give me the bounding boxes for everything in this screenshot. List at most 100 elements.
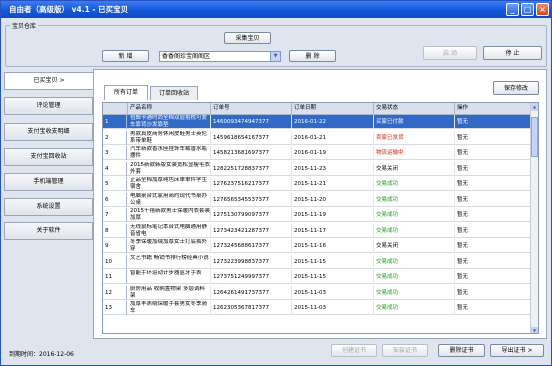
table-row[interactable]: 13 加厚羊羔绒保暖手套男女冬季骑车 1262305367817377 2015-11… bbox=[103, 301, 533, 315]
order-date: 2015-11-20 bbox=[292, 192, 374, 207]
row-number: 2 bbox=[103, 130, 127, 145]
sidebar-item-purchased[interactable]: 已买宝贝 > bbox=[4, 72, 93, 90]
title-bar[interactable]: 自由者（高级版） v4.1 - 已买宝贝 _ □ × bbox=[1, 1, 551, 18]
table-corner bbox=[103, 103, 128, 115]
order-number: 1273751249997377 bbox=[211, 270, 292, 284]
column-header-order[interactable]: 订单号 bbox=[211, 103, 292, 115]
scroll-down-icon[interactable]: ▼ bbox=[531, 327, 538, 333]
table-row[interactable]: 9 冬季保暖加绒加厚女士打底裤外穿 1273245688617377 2015-11-… bbox=[103, 239, 533, 253]
order-date: 2015-11-15 bbox=[292, 254, 374, 269]
table-row[interactable]: 8 无线鼠标笔记本台式电脑通用静音省电 1273423421287377 2015-1… bbox=[103, 223, 533, 238]
product-name: 2015新款韩版女装宽松显瘦毛衣外套 bbox=[130, 161, 211, 176]
table-row[interactable]: 3 汽车新款香水座挂饰车载香水瓶摆件 1458213681697377 2016-01… bbox=[103, 146, 533, 160]
order-date: 2015-11-23 bbox=[292, 161, 374, 176]
row-number: 10 bbox=[103, 254, 127, 269]
app-window: 自由者（高级版） v4.1 - 已买宝贝 _ □ × 宝贝仓库 采集宝贝 新 增… bbox=[0, 0, 552, 366]
product-name: 文艺书籍 畅销书排行榜经典小说 bbox=[128, 254, 211, 269]
table-row[interactable]: 4 2015新款韩版女装宽松显瘦毛衣外套 1282251728837377 2015-… bbox=[103, 161, 533, 176]
sidebar-item-alipay-recycle[interactable]: 支付宝回收站 bbox=[4, 148, 93, 166]
column-header-status[interactable]: 交易状态 bbox=[374, 103, 455, 115]
sidebar-item-settings[interactable]: 系统设置 bbox=[4, 198, 93, 216]
install-cert-button[interactable]: 安装证书 bbox=[382, 344, 428, 357]
orders-table[interactable]: 产品名称 订单号 订单日期 交易状态 操作 1 包邮卡通时尚全棉双层抱枕可爱车靠背… bbox=[102, 102, 539, 334]
scroll-up-icon[interactable]: ▲ bbox=[531, 103, 538, 111]
product-name: 男款真皮商务休闲皮鞋男士英伦系带单鞋 bbox=[128, 130, 211, 145]
action-cell: 暂无 bbox=[455, 146, 533, 160]
order-date: 2015-11-21 bbox=[292, 177, 374, 191]
trade-status: 交易关闭 bbox=[374, 161, 455, 176]
product-name: 冬季保暖加绒加厚女士打底裤外穿 bbox=[128, 239, 211, 253]
collect-items-button[interactable]: 采集宝贝 bbox=[224, 32, 271, 44]
table-row[interactable]: 6 电脑桌台式家用简约现代书桌办公桌 1276565345537377 2015-11… bbox=[103, 192, 533, 207]
table-scrollbar[interactable]: ▲ ▼ bbox=[530, 103, 538, 333]
product-name: 电脑桌台式家用简约现代书桌办公桌 bbox=[128, 192, 211, 207]
sidebar-item-alipay-details[interactable]: 支付宝收支明细 bbox=[4, 123, 93, 141]
chevron-down-icon[interactable]: ▼ bbox=[270, 52, 280, 61]
row-number: 12 bbox=[103, 285, 127, 300]
column-header-date[interactable]: 订单日期 bbox=[292, 103, 374, 115]
trade-status: 交易成功 bbox=[374, 223, 455, 238]
warehouse-select-value: 香香阁珍宝阁阁区 bbox=[162, 53, 211, 60]
column-header-name[interactable]: 产品名称 bbox=[128, 103, 211, 115]
sidebar-item-about[interactable]: 关于软件 bbox=[4, 222, 93, 240]
order-number: 1262305367817377 bbox=[211, 301, 292, 315]
action-cell: 暂无 bbox=[455, 161, 533, 176]
trade-status: 交易成功 bbox=[374, 177, 455, 191]
action-cell: 暂无 bbox=[455, 270, 533, 284]
save-changes-button[interactable]: 保存修改 bbox=[493, 81, 539, 95]
tab-all-orders[interactable]: 所有订单 bbox=[104, 85, 148, 100]
order-date: 2015-11-15 bbox=[292, 270, 374, 284]
action-cell: 暂无 bbox=[455, 177, 533, 191]
table-row[interactable]: 5 正品全棉加厚纯色床单单件学生宿舍 1276237516217377 2015-11… bbox=[103, 177, 533, 191]
tab-order-recycle[interactable]: 订单回收站 bbox=[150, 86, 198, 100]
action-cell: 暂无 bbox=[455, 192, 533, 207]
order-number: 1276565345537377 bbox=[211, 192, 292, 207]
trade-status: 交易成功 bbox=[374, 254, 455, 269]
sidebar-item-mobile[interactable]: 手机端管理 bbox=[4, 173, 93, 191]
maximize-icon[interactable]: □ bbox=[521, 3, 534, 16]
product-name: 正品全棉加厚纯色床单单件学生宿舍 bbox=[128, 177, 211, 191]
minimize-icon[interactable]: _ bbox=[506, 3, 519, 16]
warehouse-select[interactable]: 香香阁珍宝阁阁区 ▼ bbox=[159, 51, 281, 62]
row-number: 6 bbox=[103, 192, 127, 207]
trade-status: 交易成功 bbox=[374, 285, 455, 300]
add-button[interactable]: 新 增 bbox=[102, 50, 149, 62]
trade-status: 交易成功 bbox=[374, 208, 455, 222]
table-row[interactable]: 10 文艺书籍 畅销书排行榜经典小说 1273223998837377 2015-11… bbox=[103, 254, 533, 269]
scroll-thumb[interactable] bbox=[531, 117, 538, 157]
action-cell: 暂无 bbox=[455, 130, 533, 145]
delete-cert-button[interactable]: 删除证书 bbox=[438, 344, 485, 357]
order-number: 1458213681697377 bbox=[211, 146, 292, 160]
order-date: 2016-01-22 bbox=[292, 115, 374, 129]
order-number: 1275130799097377 bbox=[211, 208, 292, 222]
order-date: 2015-11-03 bbox=[292, 285, 374, 300]
table-row[interactable]: 7 2015千禧新款男士保暖内衣套装加厚 1275130799097377 2015-… bbox=[103, 208, 533, 222]
stop-button[interactable]: 停 止 bbox=[483, 46, 542, 60]
column-header-action[interactable]: 操作 bbox=[455, 103, 533, 115]
product-name: 加厚羊羔绒保暖手套男女冬季骑车 bbox=[128, 301, 211, 315]
order-number: 1282251728837377 bbox=[211, 161, 292, 176]
trade-status: 交易成功 bbox=[374, 301, 455, 315]
trade-status: 卖家已发货 bbox=[374, 130, 455, 145]
row-number: 11 bbox=[103, 270, 127, 284]
product-name: 2015千禧新款男士保暖内衣套装加厚 bbox=[130, 208, 211, 222]
row-number: 13 bbox=[103, 301, 127, 315]
table-row[interactable]: 1 包邮卡通时尚全棉双层抱枕可爱车靠背沙发靠垫 1460093474947377 20… bbox=[103, 115, 533, 129]
delete-button[interactable]: 删 除 bbox=[289, 50, 336, 62]
order-number: 1273223998837377 bbox=[211, 254, 292, 269]
sidebar-item-reviews[interactable]: 评论管理 bbox=[4, 97, 93, 115]
create-cert-button[interactable]: 创建证书 bbox=[331, 344, 377, 357]
table-row[interactable]: 12 厨房用品 收纳置物架 多层调料架 1264261491737377 2015-1… bbox=[103, 285, 533, 300]
table-row[interactable]: 2 男款真皮商务休闲皮鞋男士英伦系带单鞋 1459618654167377 2016-… bbox=[103, 130, 533, 145]
export-cert-button[interactable]: 导出证书 > bbox=[490, 344, 544, 357]
product-name: 汽车新款香水座挂饰车载香水瓶摆件 bbox=[128, 146, 211, 160]
action-cell: 暂无 bbox=[455, 239, 533, 253]
order-date: 2016-01-21 bbox=[292, 130, 374, 145]
product-name: 包邮卡通时尚全棉双层抱枕可爱车靠背沙发靠垫 bbox=[128, 115, 211, 129]
row-number: 5 bbox=[103, 177, 127, 191]
action-cell: 暂无 bbox=[455, 254, 533, 269]
start-button[interactable]: 启 动 bbox=[423, 46, 477, 60]
table-row[interactable]: 11 智能手环运动计步器蓝牙手表 1273751249997377 2015-11-1… bbox=[103, 270, 533, 284]
close-icon[interactable]: × bbox=[536, 3, 549, 16]
group-legend: 宝贝仓库 bbox=[10, 21, 39, 30]
